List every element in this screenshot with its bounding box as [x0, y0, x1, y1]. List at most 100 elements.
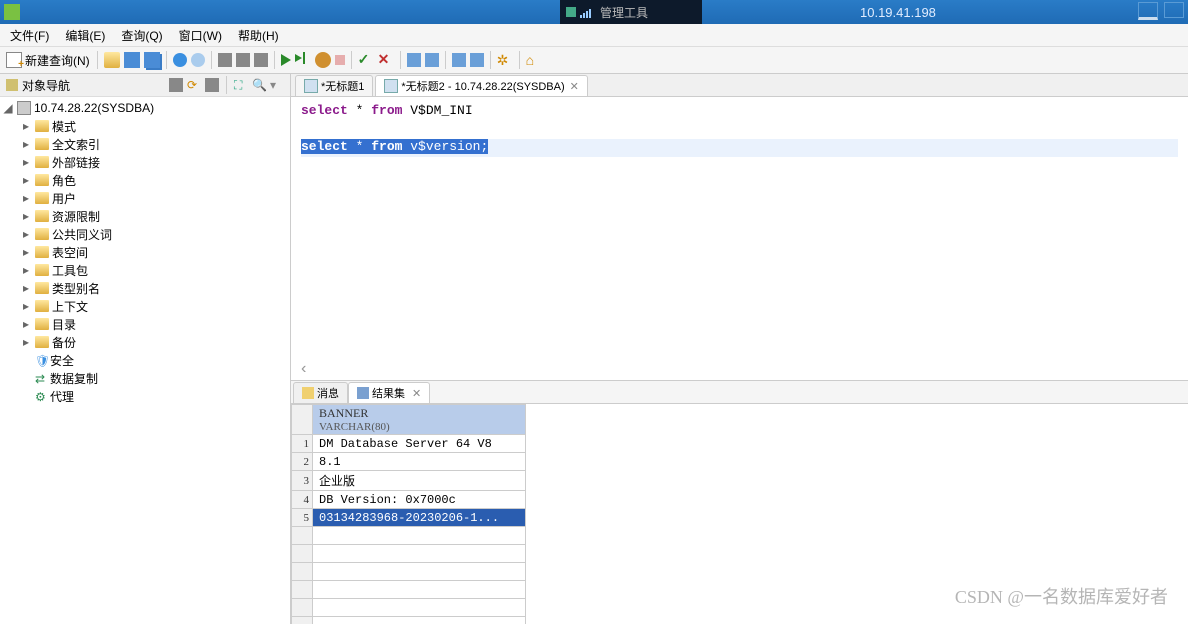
debug-icon[interactable]	[315, 52, 331, 68]
editor-tab-2[interactable]: *无标题2 - 10.74.28.22(SYSDBA) ✕	[375, 75, 587, 96]
tree-item[interactable]: ▸ 用户	[0, 189, 290, 207]
tree-item[interactable]: ▸角色	[0, 171, 290, 189]
minimize-button[interactable]	[1138, 2, 1158, 20]
title-ip: 10.19.41.198	[860, 5, 936, 20]
tree-item-label: 安全	[50, 352, 74, 369]
sql-line: select * from V$DM_INI	[301, 103, 1178, 121]
save-icon[interactable]	[124, 52, 140, 68]
table-row[interactable]: 1DM Database Server 64 V8	[292, 435, 526, 453]
tree-item-label: 数据复制	[50, 370, 98, 387]
settings-icon[interactable]: ✲	[497, 52, 513, 68]
tool-icon-4[interactable]	[407, 53, 421, 67]
expand-icon[interactable]: ▸	[20, 191, 32, 206]
new-query-button[interactable]: 新建查询(N)	[4, 51, 92, 70]
tree-item[interactable]: ⚙代理	[0, 387, 290, 405]
tree-item[interactable]: ▸工具包	[0, 261, 290, 279]
tree-item[interactable]: ▸模式	[0, 117, 290, 135]
menu-help[interactable]: 帮助(H)	[232, 25, 285, 46]
editor-tab-1[interactable]: *无标题1	[295, 75, 373, 96]
expand-icon[interactable]: ▸	[20, 281, 32, 296]
expand-icon[interactable]: ▸	[20, 245, 32, 260]
tab-resultset[interactable]: 结果集✕	[348, 382, 430, 403]
sql-editor[interactable]: select * from V$DM_INI select * from v$v…	[291, 97, 1188, 380]
tree-item[interactable]: ▸ 公共同义词	[0, 225, 290, 243]
tree-item[interactable]: ▸全文索引	[0, 135, 290, 153]
expand-icon[interactable]: ▸	[20, 137, 32, 152]
tool-icon-2[interactable]	[236, 53, 250, 67]
tree-item[interactable]: ▸类型别名	[0, 279, 290, 297]
cell-value: 03134283968-20230206-1...	[313, 509, 526, 527]
execute-icon[interactable]	[281, 54, 291, 66]
undo-icon[interactable]	[173, 53, 187, 67]
scroll-left-icon[interactable]: ‹	[299, 360, 309, 378]
menu-file[interactable]: 文件(F)	[4, 25, 55, 46]
close-icon[interactable]: ✕	[412, 387, 421, 400]
sidebar-header: 对象导航 ⟳ ⛶ 🔍 ▾	[0, 74, 290, 97]
redo-icon[interactable]	[191, 53, 205, 67]
tool-icon-6[interactable]	[452, 53, 466, 67]
expand-icon[interactable]: ◢	[2, 101, 14, 116]
menu-query[interactable]: 查询(Q)	[115, 25, 168, 46]
expand-icon[interactable]: ▸	[20, 155, 32, 170]
tree-item[interactable]: ▸ 外部链接	[0, 153, 290, 171]
rollback-icon[interactable]: ✕	[378, 52, 394, 68]
table-row[interactable]: 3企业版	[292, 471, 526, 491]
search-icon[interactable]: 🔍	[252, 78, 266, 92]
refresh-icon[interactable]: ⟳	[187, 78, 201, 92]
home-icon[interactable]: ⌂	[526, 52, 542, 68]
menu-edit[interactable]: 编辑(E)	[59, 25, 111, 46]
row-number: 1	[292, 435, 313, 453]
expand-icon[interactable]: ▸	[20, 263, 32, 278]
expand-icon[interactable]: ▸	[20, 299, 32, 314]
tree-root[interactable]: ◢ 10.74.28.22(SYSDBA)	[0, 99, 290, 117]
menu-icon[interactable]: ▾	[270, 78, 284, 92]
table-row[interactable]: 503134283968-20230206-1...	[292, 509, 526, 527]
tree-item[interactable]: ▸ 资源限制	[0, 207, 290, 225]
table-row[interactable]: 28.1	[292, 453, 526, 471]
folder-icon	[35, 138, 49, 150]
tree-item-label: 外部链接	[52, 154, 100, 171]
close-icon[interactable]: ✕	[570, 80, 579, 93]
tree-item-label: 用户	[52, 190, 76, 207]
tree-item[interactable]: 🛡安全	[0, 351, 290, 369]
collapse-icon[interactable]: ⛶	[234, 78, 248, 92]
tree-item-label: 代理	[50, 388, 74, 405]
tree-item[interactable]: ▸表空间	[0, 243, 290, 261]
expand-icon[interactable]: ▸	[20, 335, 32, 350]
tool-icon-3[interactable]	[254, 53, 268, 67]
link-icon[interactable]	[169, 78, 183, 92]
tree-item[interactable]: ⇄数据复制	[0, 369, 290, 387]
commit-icon[interactable]: ✓	[358, 52, 374, 68]
tab-label: *无标题1	[321, 78, 364, 94]
title-tool-label: 管理工具	[560, 0, 702, 24]
expand-icon[interactable]: ▸	[20, 209, 32, 224]
column-header[interactable]: BANNER VARCHAR(80)	[313, 405, 526, 435]
tree-item-label: 公共同义词	[52, 226, 112, 243]
cell-value: DB Version: 0x7000c	[313, 491, 526, 509]
stop-icon[interactable]	[335, 55, 345, 65]
tool-icon-1[interactable]	[218, 53, 232, 67]
execute-step-icon[interactable]	[295, 52, 311, 68]
tool-icon-5[interactable]	[425, 53, 439, 67]
object-tree[interactable]: ◢ 10.74.28.22(SYSDBA) ▸模式▸全文索引▸外部链接▸角色▸用…	[0, 97, 290, 624]
tool-icon-7[interactable]	[470, 53, 484, 67]
folder-icon	[35, 300, 49, 312]
open-icon[interactable]	[104, 52, 120, 68]
folder-icon	[35, 192, 49, 204]
tree-item-label: 资源限制	[52, 208, 100, 225]
maximize-button[interactable]	[1164, 2, 1184, 18]
expand-icon[interactable]: ▸	[20, 173, 32, 188]
tree-item[interactable]: ▸目录	[0, 315, 290, 333]
menu-window[interactable]: 窗口(W)	[173, 25, 228, 46]
expand-icon[interactable]: ▸	[20, 317, 32, 332]
tab-messages[interactable]: 消息	[293, 382, 348, 403]
tree-item[interactable]: ▸上下文	[0, 297, 290, 315]
save-all-icon[interactable]	[144, 52, 160, 68]
tree-item[interactable]: ▸备份	[0, 333, 290, 351]
toolbar: 新建查询(N) ✓ ✕ ✲ ⌂	[0, 47, 1188, 74]
table-row-empty	[292, 599, 526, 617]
expand-icon[interactable]: ▸	[20, 227, 32, 242]
table-row[interactable]: 4DB Version: 0x7000c	[292, 491, 526, 509]
expand-icon[interactable]: ▸	[20, 119, 32, 134]
filter-icon[interactable]	[205, 78, 219, 92]
